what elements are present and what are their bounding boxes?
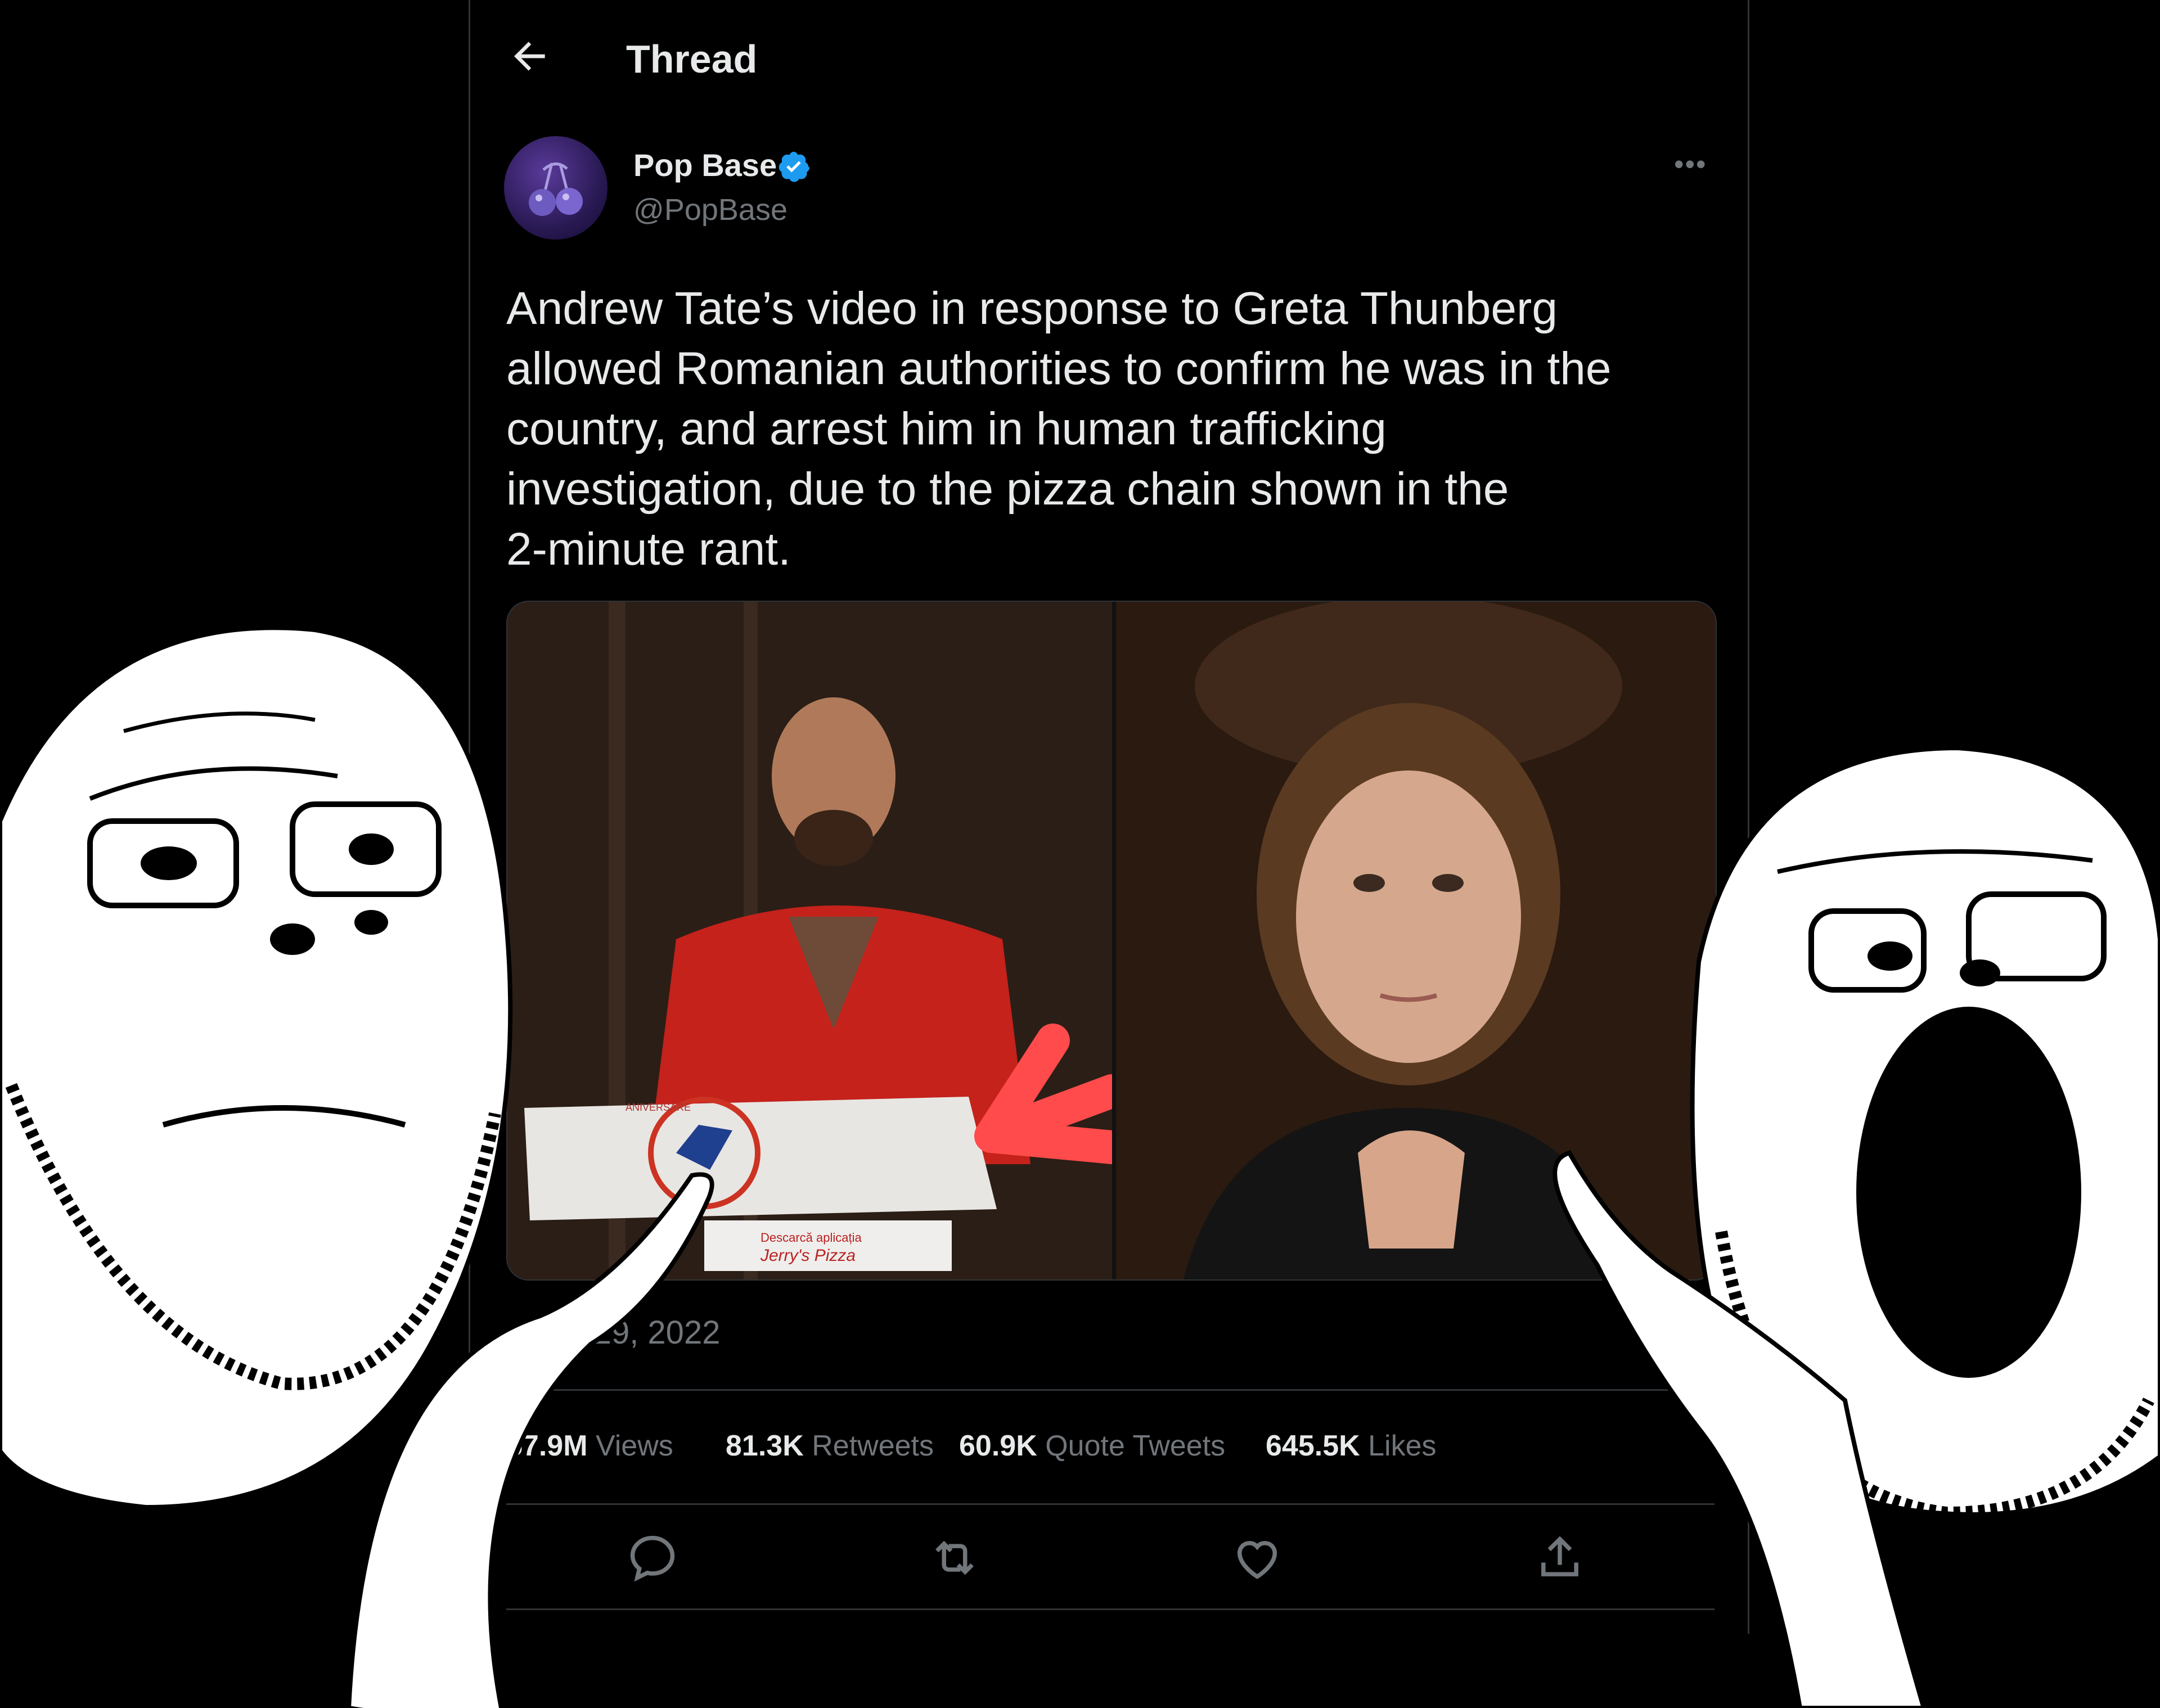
stat-likes-label: Likes (1368, 1430, 1437, 1462)
stat-quote-tweets-label: Quote Tweets (1045, 1430, 1226, 1462)
like-icon[interactable] (1229, 1530, 1285, 1586)
retweet-icon[interactable] (926, 1530, 983, 1586)
cherries-logo (529, 163, 583, 216)
wojak-right-overlay (1552, 745, 2160, 1708)
wojak-left-overlay (0, 625, 714, 1708)
more-options-icon[interactable]: ••• (1674, 147, 1707, 181)
author-handle[interactable]: @PopBase (633, 190, 788, 229)
stat-retweets-label: Retweets (812, 1430, 934, 1462)
tweet-text: Andrew Tate’s video in response to Greta… (506, 283, 1612, 575)
verified-badge-icon (777, 150, 811, 183)
page-title: Thread (626, 37, 758, 81)
stat-quote-tweets-value: 60.9K (959, 1430, 1037, 1462)
pizza-box-text-2: Jerry's Pizza (760, 1246, 856, 1265)
avatar[interactable] (504, 136, 608, 240)
stat-likes[interactable]: 645.5K Likes (1266, 1423, 1437, 1468)
stat-retweets[interactable]: 81.3K Retweets (726, 1423, 934, 1468)
author-name[interactable]: Pop Base (633, 145, 777, 186)
arrow-left-icon[interactable] (507, 34, 552, 79)
pizza-box-text-1: Descarcă aplicația (760, 1231, 862, 1245)
stat-quote-tweets[interactable]: 60.9K Quote Tweets (959, 1423, 1225, 1468)
stat-likes-value: 645.5K (1266, 1430, 1360, 1462)
